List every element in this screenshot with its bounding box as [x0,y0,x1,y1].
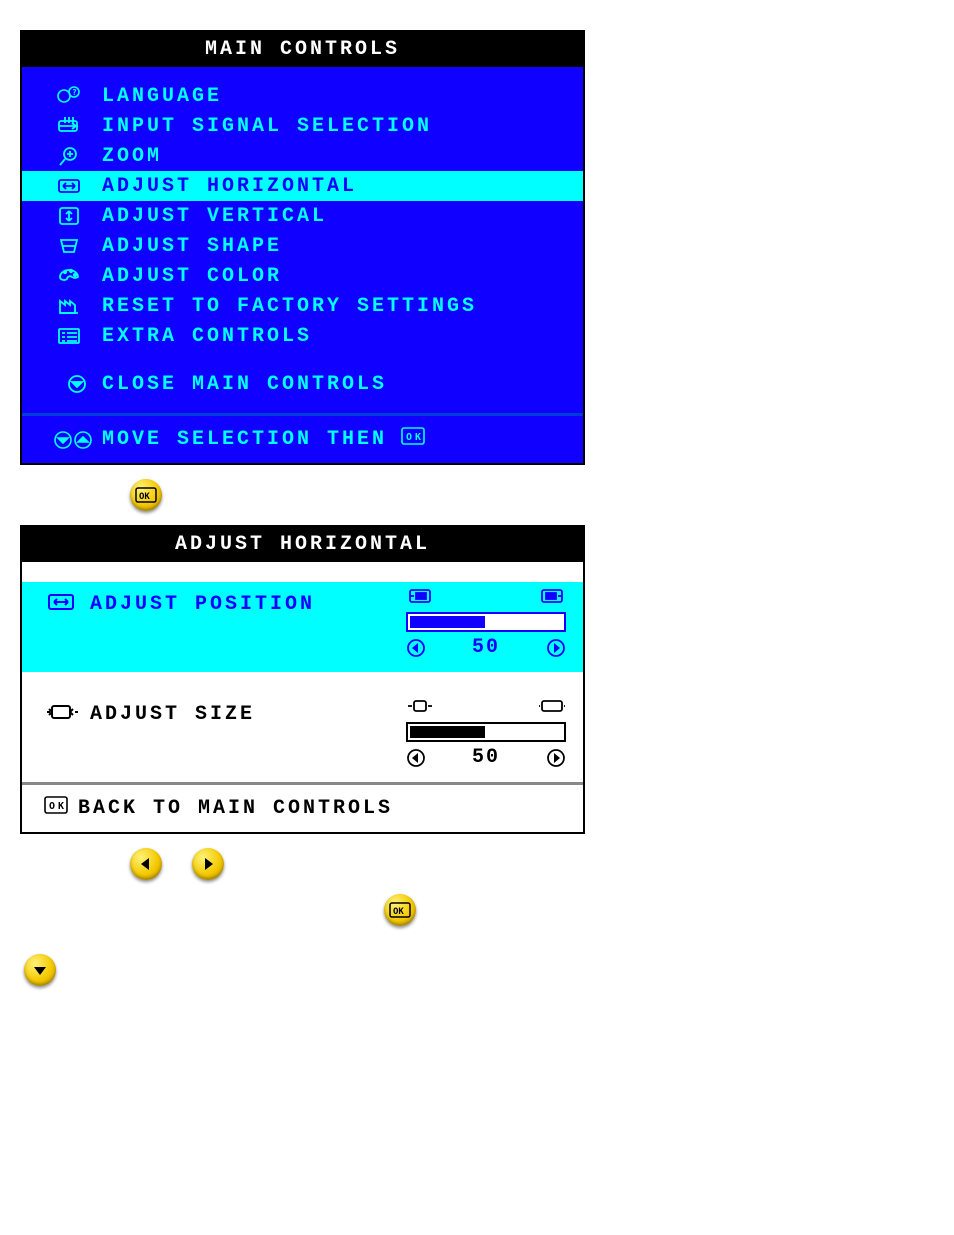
size-direction-icons [406,696,566,716]
hadjust-icon [46,590,90,619]
close-down-icon [56,373,102,395]
panel-title: MAIN CONTROLS [22,32,583,67]
menu-item-label: RESET TO FACTORY SETTINGS [102,295,477,318]
narrower-icon [406,696,434,716]
hsize-icon [46,700,90,729]
adjust-horizontal-panel: ADJUST HORIZONTAL ADJUST POSITION 50 [20,525,585,834]
extra-icon [56,325,102,347]
back-label: BACK TO MAIN CONTROLS [78,797,393,820]
wider-icon [538,696,566,716]
updown-icon [52,429,102,451]
arrow-right-icon[interactable] [546,748,566,768]
svg-text:OK: OK [49,801,67,812]
menu-item-label: ADJUST HORIZONTAL [102,175,357,198]
menu-item-reset-factory[interactable]: RESET TO FACTORY SETTINGS [22,291,583,321]
right-button[interactable] [192,848,224,880]
left-right-buttons-row [20,834,934,894]
menu-item-input-signal[interactable]: INPUT SIGNAL SELECTION [22,111,583,141]
adjust-size-row[interactable]: ADJUST SIZE 50 [22,692,583,782]
panel2-body: ADJUST POSITION 50 ADJUST [22,562,583,832]
footer-text: MOVE SELECTION THEN [102,428,387,451]
size-bar [406,722,566,742]
menu-item-zoom[interactable]: ZOOM [22,141,583,171]
ok-icon: OK [401,426,425,453]
panel-footer: MOVE SELECTION THEN OK [22,413,583,463]
left-button[interactable] [130,848,162,880]
ok-button[interactable]: OK [130,479,162,511]
arrow-left-icon[interactable] [406,638,426,658]
menu-item-adjust-horizontal[interactable]: ADJUST HORIZONTAL [22,171,583,201]
menu-item-label: LANGUAGE [102,85,222,108]
shape-icon [56,235,102,257]
position-value: 50 [472,636,500,659]
zoom-icon [56,145,102,167]
menu-body: ? LANGUAGE INPUT SIGNAL SELECTION ZOOM A… [22,67,583,463]
menu-item-adjust-color[interactable]: ADJUST COLOR [22,261,583,291]
down-button[interactable] [24,954,56,986]
close-label: CLOSE MAIN CONTROLS [102,373,387,396]
svg-text:OK: OK [406,432,424,443]
adjust-size-label: ADJUST SIZE [90,703,255,726]
svg-text:OK: OK [393,907,404,917]
shift-left-icon [406,586,434,606]
shift-right-icon [538,586,566,606]
hadjust-icon [56,175,102,197]
ok-icon: OK [44,795,68,822]
size-value: 50 [472,746,500,769]
ok-button-row: OK [20,465,934,525]
panel2-footer[interactable]: OK BACK TO MAIN CONTROLS [22,782,583,832]
ok-button-row-2: OK [20,894,934,940]
menu-item-close-main-controls[interactable]: CLOSE MAIN CONTROLS [22,369,583,399]
menu-item-language[interactable]: ? LANGUAGE [22,81,583,111]
menu-item-label: ADJUST SHAPE [102,235,282,258]
ok-button[interactable]: OK [384,894,416,926]
position-direction-icons [406,586,566,606]
factory-icon [56,295,102,317]
menu-item-label: ZOOM [102,145,162,168]
main-controls-panel: MAIN CONTROLS ? LANGUAGE INPUT SIGNAL SE… [20,30,585,465]
input-icon [56,115,102,137]
menu-item-label: ADJUST VERTICAL [102,205,327,228]
adjust-position-row[interactable]: ADJUST POSITION 50 [22,582,583,672]
menu-item-label: ADJUST COLOR [102,265,282,288]
arrow-left-icon[interactable] [406,748,426,768]
menu-item-label: EXTRA CONTROLS [102,325,312,348]
color-icon [56,265,102,287]
menu-item-adjust-vertical[interactable]: ADJUST VERTICAL [22,201,583,231]
svg-text:?: ? [72,88,80,97]
down-button-row [20,940,934,1000]
position-bar [406,612,566,632]
adjust-position-label: ADJUST POSITION [90,593,315,616]
menu-item-label: INPUT SIGNAL SELECTION [102,115,432,138]
svg-text:OK: OK [139,492,150,502]
panel2-title: ADJUST HORIZONTAL [22,527,583,562]
menu-item-adjust-shape[interactable]: ADJUST SHAPE [22,231,583,261]
arrow-right-icon[interactable] [546,638,566,658]
menu-item-extra-controls[interactable]: EXTRA CONTROLS [22,321,583,351]
vadjust-icon [56,205,102,227]
language-icon: ? [56,85,102,107]
